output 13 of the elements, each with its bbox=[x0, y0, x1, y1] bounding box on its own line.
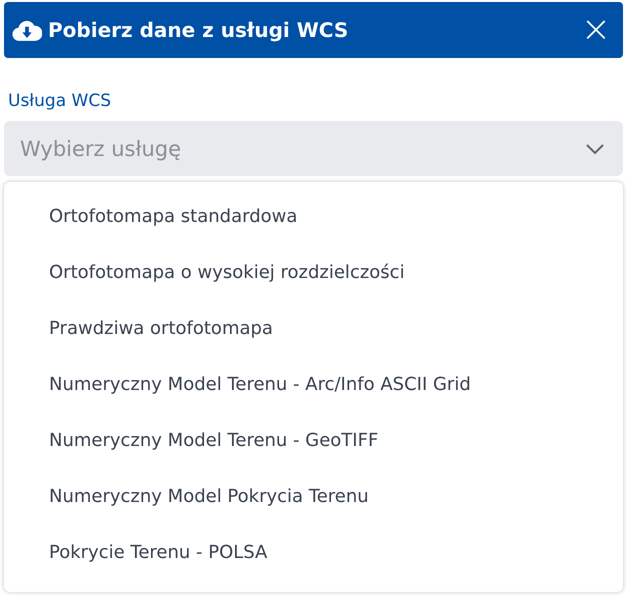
dropdown-option[interactable]: Numeryczny Model Terenu - GeoTIFF bbox=[4, 412, 623, 468]
dialog-title: Pobierz dane z usługi WCS bbox=[48, 18, 350, 42]
service-select[interactable]: Wybierz usługę bbox=[4, 121, 623, 176]
dropdown-option[interactable]: Prawdziwa ortofotomapa bbox=[4, 300, 623, 356]
close-button[interactable]: × bbox=[578, 12, 613, 48]
dropdown-option[interactable]: Numeryczny Model Terenu - Arc/Info ASCII Grid bbox=[4, 356, 623, 412]
dropdown-option[interactable]: Ortofotomapa standardowa bbox=[4, 188, 623, 244]
dropdown-option[interactable]: Numeryczny Model Pokrycia Terenu bbox=[4, 468, 623, 524]
cloud-download-icon bbox=[12, 18, 42, 42]
field-label: Usługa WCS bbox=[8, 91, 111, 111]
dropdown-option[interactable]: Ortofotomapa o wysokiej rozdzielczości bbox=[4, 244, 623, 300]
dropdown-option[interactable]: Pokrycie Terenu - POLSA bbox=[4, 524, 623, 580]
chevron-down-icon bbox=[585, 143, 605, 155]
